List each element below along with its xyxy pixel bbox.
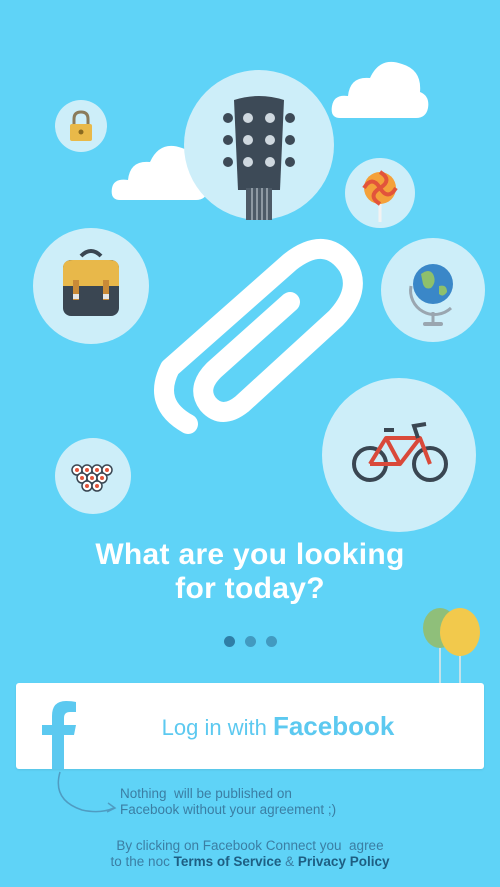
page-indicator [0,636,500,647]
terms-separator: & [281,854,298,869]
cloud-icon [331,61,429,118]
globe-icon [409,264,453,326]
globe-bubble [381,238,485,342]
facebook-login-label: Log in with Facebook [16,683,484,769]
page-dot[interactable] [244,636,256,647]
publish-note: Nothing will be published on Facebook wi… [120,786,440,818]
curved-arrow-icon [57,771,117,813]
headline-line1: What are you looking [95,538,405,571]
terms-prefix: to the noc [110,854,174,869]
lock-bubble [55,100,107,152]
page-dot-active[interactable] [223,636,235,647]
headline-line2: for today? [175,572,325,605]
login-prefix: Log in with [161,715,273,740]
bicycle-bubble [322,378,476,532]
terms-line2: to the noc Terms of Service & Privacy Po… [0,854,500,870]
terms-of-service-link[interactable]: Terms of Service [174,854,282,869]
facebook-login-button[interactable]: Log in with Facebook [16,683,484,769]
page-dot[interactable] [265,636,277,647]
note-line1: Nothing will be published on [120,786,292,801]
guitar-headstock-icon [223,96,295,220]
headline: What are you looking for today? [0,538,500,606]
sushi-bubble [55,438,131,514]
sushi-icon [71,464,113,492]
terms-line1: By clicking on Facebook Connect you agre… [116,838,384,853]
lollipop-bubble [345,158,415,228]
bicycle-icon [352,422,448,482]
note-line2: Facebook without your agreement ;) [120,802,337,817]
privacy-policy-link[interactable]: Privacy Policy [298,854,390,869]
guitar-bubble [184,70,334,220]
lock-icon [70,110,92,141]
login-brand: Facebook [272,711,395,741]
terms-text: By clicking on Facebook Connect you agre… [0,838,500,870]
lollipop-icon [362,170,398,222]
